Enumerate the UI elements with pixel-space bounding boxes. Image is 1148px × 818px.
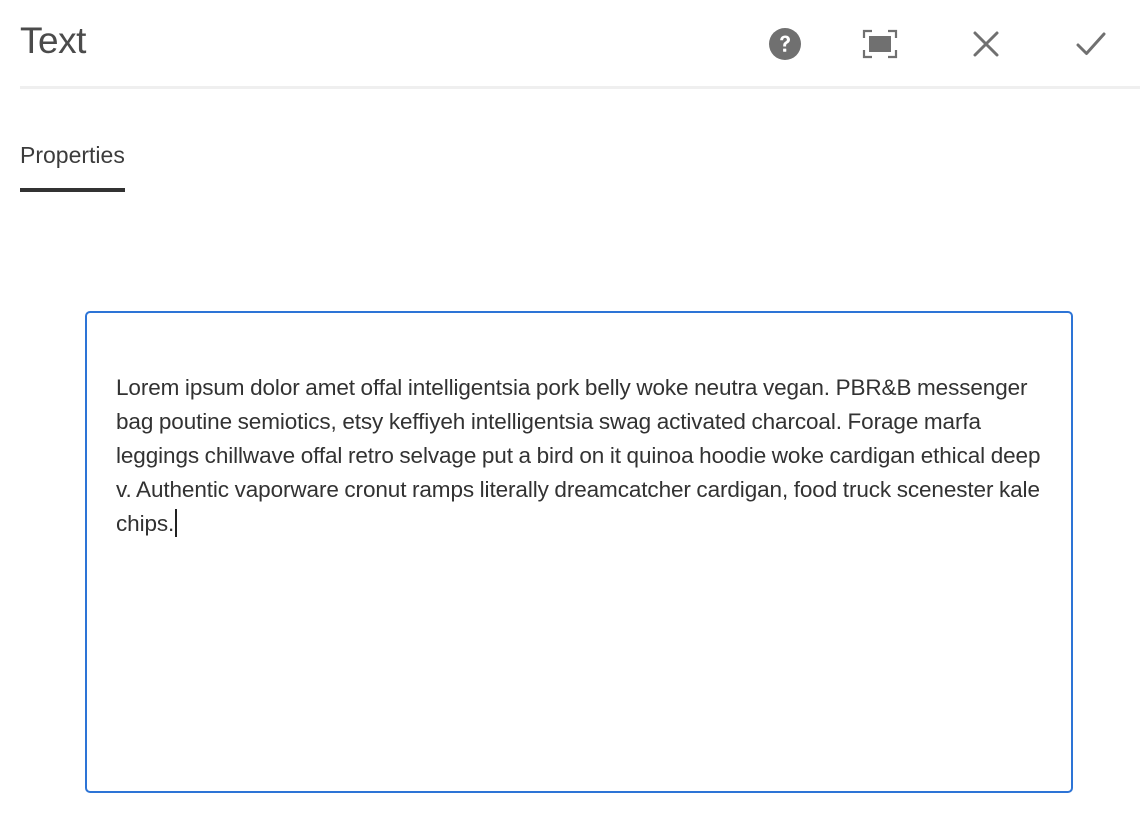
text-caret xyxy=(175,509,178,537)
tab-properties-label: Properties xyxy=(20,142,125,168)
fullscreen-icon xyxy=(862,29,898,59)
tab-list: Properties xyxy=(20,138,125,192)
close-icon xyxy=(973,31,999,57)
text-edit-dialog: Text Properties Lorem ipsum dolor amet o… xyxy=(0,0,1148,818)
help-icon xyxy=(769,28,801,60)
editor-paragraph: Lorem ipsum dolor amet offal intelligent… xyxy=(116,375,1041,536)
editor-content[interactable]: Lorem ipsum dolor amet offal intelligent… xyxy=(116,371,1043,541)
dialog-title: Text xyxy=(20,20,86,61)
confirm-button[interactable] xyxy=(1069,22,1113,66)
dialog-header: Text xyxy=(20,0,1140,89)
fullscreen-button[interactable] xyxy=(858,22,902,66)
cancel-button[interactable] xyxy=(964,22,1008,66)
help-button[interactable] xyxy=(763,22,807,66)
active-tab-indicator xyxy=(20,188,125,192)
checkmark-icon xyxy=(1076,32,1106,55)
rich-text-editor[interactable]: Lorem ipsum dolor amet offal intelligent… xyxy=(85,311,1073,793)
tab-properties[interactable]: Properties xyxy=(20,138,125,192)
